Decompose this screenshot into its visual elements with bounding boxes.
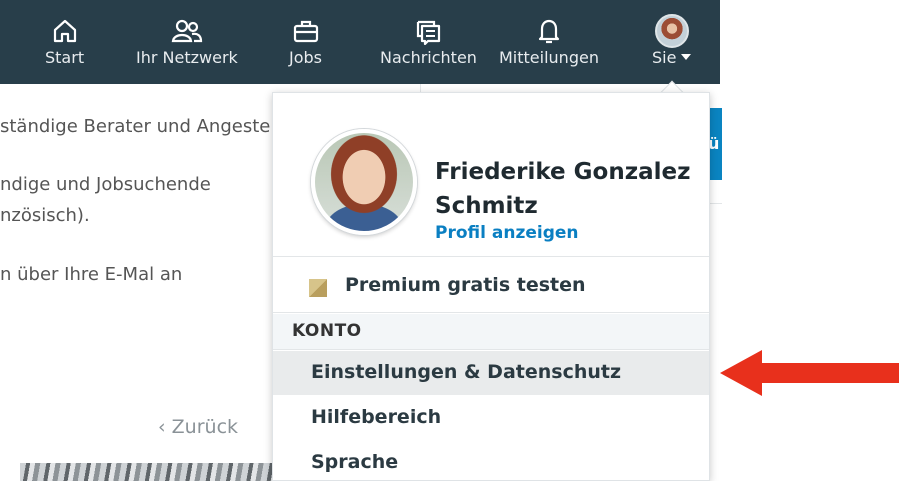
nav-home[interactable]: Start	[45, 14, 84, 78]
people-icon	[168, 14, 206, 48]
profile-dropdown: Friederike Gonzalez Schmitz Profil anzei…	[272, 92, 710, 481]
menu-item-help-center[interactable]: Hilfebereich	[273, 396, 709, 440]
briefcase-icon	[291, 14, 321, 48]
nav-me-text: Sie	[652, 48, 677, 67]
nav-messages-label: Nachrichten	[380, 48, 477, 67]
nav-network[interactable]: Ihr Netzwerk	[136, 14, 238, 78]
background-image	[20, 463, 272, 481]
bell-icon	[535, 14, 563, 48]
section-header-account: KONTO	[273, 314, 709, 350]
nav-notifications-label: Mitteilungen	[499, 48, 599, 67]
nav-network-label: Ihr Netzwerk	[136, 48, 238, 67]
top-navigation: Start Ihr Netzwerk Jobs Nachrichten Mitt…	[0, 0, 720, 84]
caret-down-icon	[681, 54, 692, 60]
avatar	[654, 14, 689, 48]
menu-item-label: Sprache	[311, 451, 399, 473]
chevron-left-icon: ‹	[158, 416, 166, 438]
nav-me[interactable]: Sie	[652, 14, 692, 78]
messages-icon	[413, 14, 443, 48]
section-header-label: KONTO	[292, 321, 362, 341]
nav-messages[interactable]: Nachrichten	[380, 14, 477, 78]
menu-item-language[interactable]: Sprache	[273, 441, 709, 480]
menu-item-label: Einstellungen & Datenschutz	[311, 361, 622, 383]
menu-item-label: Hilfebereich	[311, 406, 442, 428]
view-profile-link[interactable]: Profil anzeigen	[435, 223, 579, 243]
bg-text-line: ndige und Jobsuchende	[0, 174, 211, 195]
profile-name: Friederike Gonzalez Schmitz	[435, 159, 691, 219]
nav-notifications[interactable]: Mitteilungen	[499, 14, 599, 78]
nav-me-label: Sie	[652, 48, 692, 68]
nav-home-label: Start	[45, 48, 85, 67]
bg-text-line: ständige Berater und Angeste	[0, 116, 271, 137]
profile-section: Friederike Gonzalez Schmitz Profil anzei…	[273, 93, 709, 257]
premium-trial-item[interactable]: Premium gratis testen	[273, 258, 709, 313]
back-label: Zurück	[171, 416, 239, 438]
red-arrow-icon	[720, 350, 899, 396]
premium-label: Premium gratis testen	[345, 274, 586, 296]
nav-avatar	[654, 14, 689, 48]
home-icon	[51, 14, 79, 48]
back-link[interactable]: ‹ Zurück	[158, 416, 238, 438]
menu-item-settings-privacy[interactable]: Einstellungen & Datenschutz	[273, 351, 709, 395]
bg-text-line: nzösisch).	[0, 205, 90, 226]
nav-jobs-label: Jobs	[289, 48, 322, 67]
premium-icon	[309, 279, 327, 297]
bg-text-line: n über Ihre E-Mal an	[0, 264, 183, 285]
nav-jobs[interactable]: Jobs	[289, 14, 322, 78]
profile-avatar[interactable]	[311, 129, 417, 235]
